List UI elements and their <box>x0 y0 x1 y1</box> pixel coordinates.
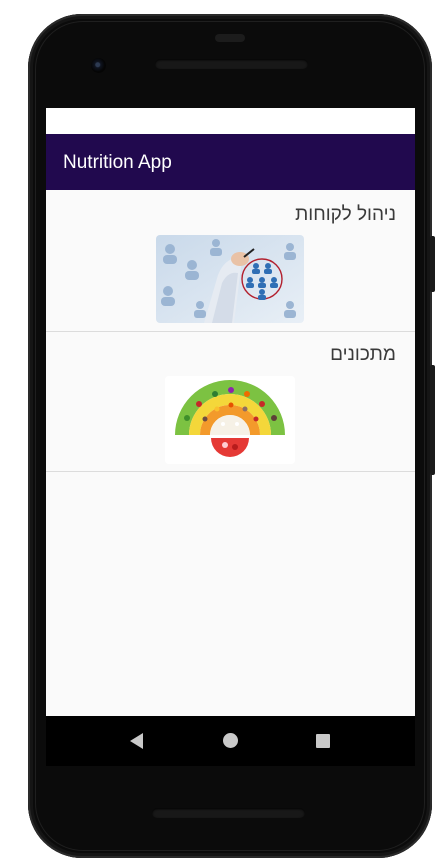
earpiece <box>215 34 245 42</box>
front-camera <box>91 58 106 73</box>
home-icon[interactable] <box>223 733 238 748</box>
menu-item-label: ניהול לקוחות <box>295 204 396 225</box>
volume-rocker <box>430 365 435 475</box>
app-toolbar: Nutrition App <box>46 134 415 190</box>
signal-icon <box>384 114 394 126</box>
app-title: Nutrition App <box>63 152 172 173</box>
customer-network-image <box>156 235 304 323</box>
menu-item-customer-management[interactable]: ניהול לקוחות <box>46 190 415 332</box>
battery-icon <box>399 114 409 126</box>
recents-icon[interactable] <box>316 734 330 748</box>
bottom-speaker <box>152 808 305 818</box>
status-bar: 5:49 <box>46 108 415 134</box>
status-time: 5:49 <box>52 113 76 127</box>
navigation-bar <box>46 716 415 766</box>
food-wheel-image <box>165 376 295 464</box>
status-icons <box>369 114 409 126</box>
power-button <box>430 236 435 292</box>
menu-item-label: מתכונים <box>330 344 396 365</box>
menu-list: ניהול לקוחות מתכונים <box>46 190 415 472</box>
device-screen: 5:49 Nutrition App ניהול לקוחות מתכונים <box>46 108 415 716</box>
back-icon[interactable] <box>130 733 143 749</box>
wifi-icon <box>369 114 379 126</box>
menu-item-recipes[interactable]: מתכונים <box>46 332 415 472</box>
top-speaker <box>155 59 308 69</box>
